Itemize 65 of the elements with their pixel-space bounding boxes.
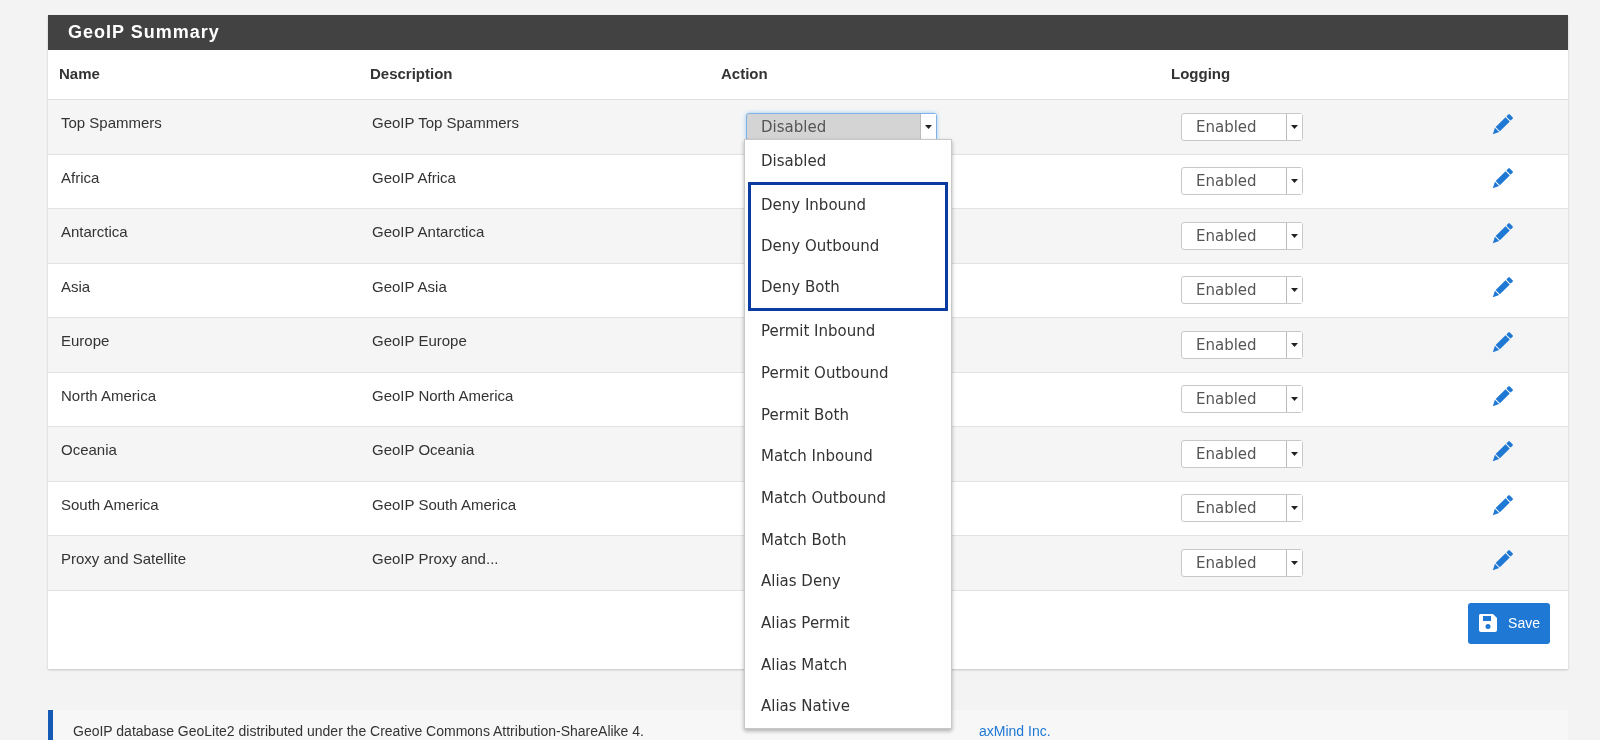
logging-select[interactable]: Enabled	[1181, 385, 1303, 414]
description-cell: GeoIP Oceania	[372, 441, 475, 458]
dropdown-option[interactable]: Permit Inbound	[761, 320, 876, 343]
name-cell: Europe	[61, 332, 110, 349]
name-cell: Oceania	[61, 441, 117, 458]
dropdown-option[interactable]: Alias Match	[761, 653, 848, 677]
caret-icon	[1291, 560, 1298, 565]
name-cell: South America	[61, 495, 159, 513]
description-cell: GeoIP South America	[372, 495, 516, 513]
name-cell: Top Spammers	[61, 114, 162, 131]
dropdown-option[interactable]: Alias Native	[761, 695, 850, 718]
description-cell: GeoIP Asia	[372, 277, 447, 295]
dropdown-option[interactable]: Match Inbound	[761, 445, 873, 468]
name-cell: Africa	[61, 168, 100, 186]
action-select[interactable]: Disabled	[746, 112, 937, 141]
caret-icon	[1291, 124, 1298, 129]
dropdown-option[interactable]: Deny Both	[761, 275, 840, 299]
pencil-icon[interactable]	[1490, 548, 1514, 573]
caret-icon	[925, 124, 932, 129]
name-cell: Proxy and Satellite	[61, 550, 187, 567]
logging-select[interactable]: Enabled	[1181, 548, 1303, 577]
column-header: Description	[370, 65, 453, 83]
dropdown-option[interactable]: Deny Outbound	[761, 234, 880, 258]
description-cell: GeoIP North America	[372, 386, 514, 404]
logging-select[interactable]: Enabled	[1181, 494, 1303, 523]
logging-select[interactable]: Enabled	[1181, 167, 1303, 196]
column-header: Logging	[1171, 65, 1231, 83]
logging-select[interactable]: Enabled	[1181, 439, 1303, 468]
dropdown-option[interactable]: Deny Inbound	[761, 193, 867, 217]
maxmind-link[interactable]: axMind Inc.	[978, 720, 1051, 740]
column-header: Action	[721, 65, 768, 83]
pencil-icon[interactable]	[1490, 330, 1514, 355]
description-cell: GeoIP Top Spammers	[372, 114, 520, 131]
caret-icon	[1291, 342, 1298, 347]
license-text: GeoIP database GeoLite2 distributed under the Creative Commons Attribution-ShareAlike 4.	[73, 721, 644, 740]
caret-icon	[1291, 506, 1298, 511]
caret-icon	[1291, 288, 1298, 293]
column-header: Name	[59, 65, 100, 83]
logging-select[interactable]: Enabled	[1181, 276, 1303, 305]
dropdown-option[interactable]: Permit Outbound	[761, 361, 889, 385]
name-cell: Antarctica	[61, 223, 128, 240]
save-button[interactable]: Save	[1468, 602, 1550, 644]
pencil-icon[interactable]	[1490, 112, 1514, 137]
description-cell: GeoIP Europe	[372, 332, 467, 349]
logging-select[interactable]: Enabled	[1181, 112, 1303, 141]
dropdown-option[interactable]: Alias Deny	[761, 570, 841, 593]
name-cell: North America	[61, 386, 157, 404]
caret-icon	[1291, 451, 1298, 456]
name-cell: Asia	[61, 277, 91, 295]
description-cell: GeoIP Africa	[372, 168, 456, 186]
dropdown-option[interactable]: Match Outbound	[761, 487, 886, 510]
panel-title: GeoIP Summary	[68, 21, 220, 44]
description-cell: GeoIP Proxy and...	[372, 550, 499, 567]
caret-icon	[1291, 233, 1298, 238]
pencil-icon[interactable]	[1490, 439, 1514, 464]
caret-icon	[1291, 397, 1298, 402]
dropdown-option[interactable]: Match Both	[761, 528, 847, 552]
logging-select[interactable]: Enabled	[1181, 221, 1303, 250]
dropdown-option[interactable]: Disabled	[761, 149, 827, 173]
caret-icon	[1291, 179, 1298, 184]
dropdown-option[interactable]: Permit Both	[761, 403, 849, 427]
logging-select[interactable]: Enabled	[1181, 330, 1303, 359]
description-cell: GeoIP Antarctica	[372, 223, 485, 240]
pencil-icon[interactable]	[1490, 221, 1514, 246]
dropdown-option[interactable]: Alias Permit	[761, 612, 850, 635]
